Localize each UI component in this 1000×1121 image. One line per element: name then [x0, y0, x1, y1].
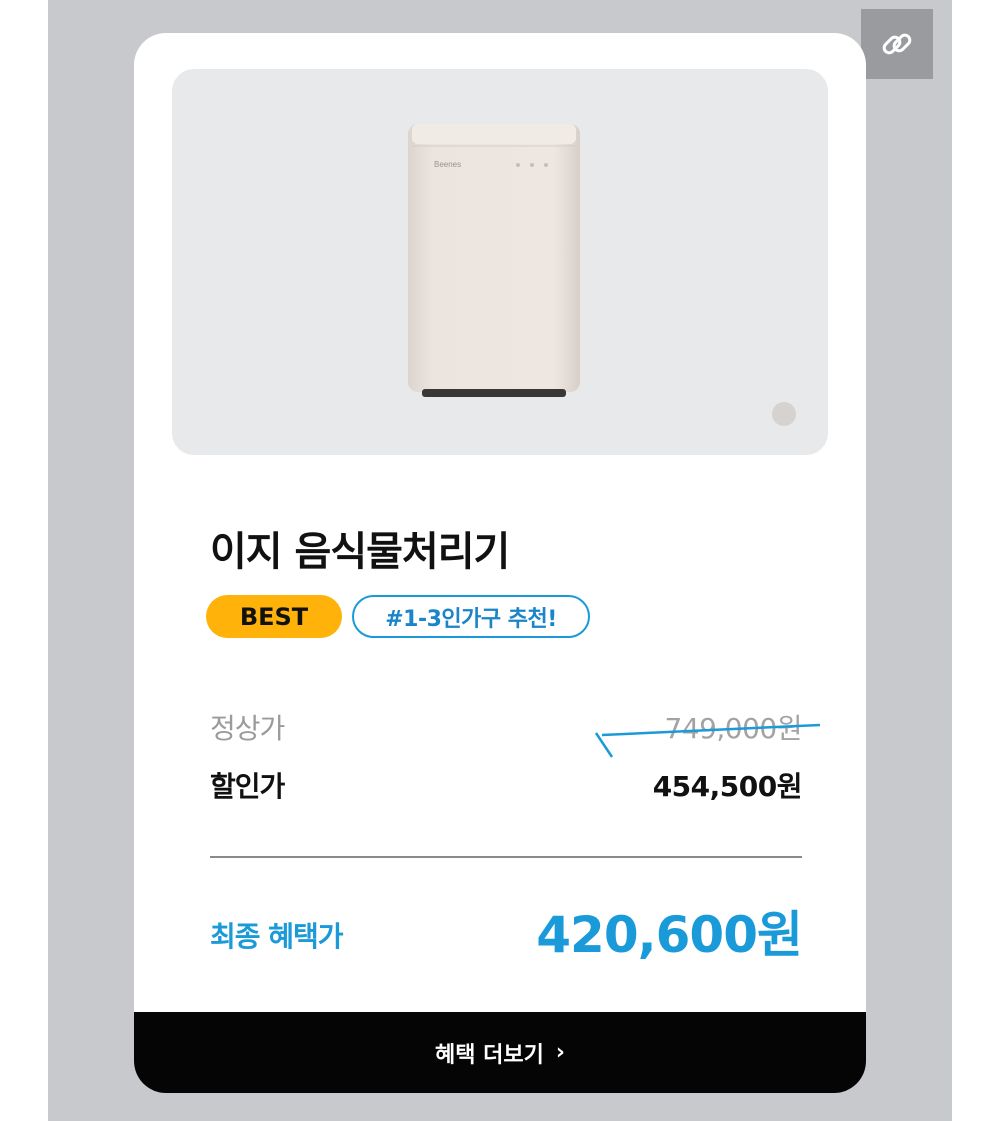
share-link-button[interactable] [861, 9, 933, 79]
price-divider [210, 856, 802, 858]
link-icon [882, 33, 912, 55]
best-badge: BEST [206, 595, 342, 638]
strikethrough-mark [594, 723, 821, 758]
product-title: 이지 음식물처리기 [210, 529, 510, 575]
carousel-indicator[interactable] [772, 402, 796, 426]
sale-price-value: 454,500원 [652, 770, 803, 803]
more-benefits-button[interactable]: 혜택 더보기 › [134, 1012, 866, 1093]
regular-price-label: 정상가 [210, 712, 285, 745]
recommendation-tag: #1-3인가구 추천! [352, 595, 590, 638]
product-brand-text: Beenes [434, 160, 461, 169]
sale-price-label: 할인가 [210, 770, 285, 803]
final-price-label: 최종 혜택가 [210, 920, 344, 953]
product-card: Beenes 이지 음식물처리기 BEST #1-3인가구 추천! 정상가 74… [134, 33, 866, 1093]
product-image: Beenes [408, 124, 580, 397]
product-image-area[interactable]: Beenes [172, 69, 828, 455]
more-benefits-label: 혜택 더보기 [435, 1042, 544, 1068]
final-price-value: 420,600원 [536, 906, 803, 964]
chevron-right-icon: › [555, 1040, 565, 1065]
